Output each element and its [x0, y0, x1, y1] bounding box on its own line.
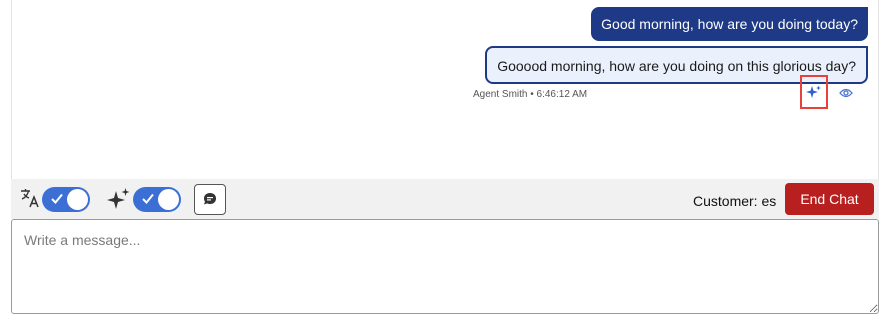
toggle-knob [67, 189, 88, 210]
message-meta: Agent Smith • 6:46:12 AM [473, 89, 588, 100]
sparkle-icon[interactable] [806, 85, 822, 106]
translate-toggle[interactable] [42, 187, 90, 212]
comment-icon [204, 193, 216, 205]
sent-message-bubble: Good morning, how are you doing today? [591, 7, 868, 41]
end-chat-button[interactable]: End Chat [785, 183, 874, 215]
chat-toolbar: Customer: es End Chat [11, 179, 879, 219]
check-icon [51, 193, 63, 204]
customer-language-label: Customer: es [693, 193, 777, 209]
sparkle-icon [107, 187, 131, 216]
toggle-knob [158, 189, 179, 210]
check-icon [142, 193, 154, 204]
translate-icon [20, 188, 40, 213]
message-input[interactable] [11, 219, 879, 314]
comment-button[interactable] [194, 184, 226, 215]
ai-toggle[interactable] [133, 187, 181, 212]
eye-icon[interactable] [839, 86, 853, 104]
